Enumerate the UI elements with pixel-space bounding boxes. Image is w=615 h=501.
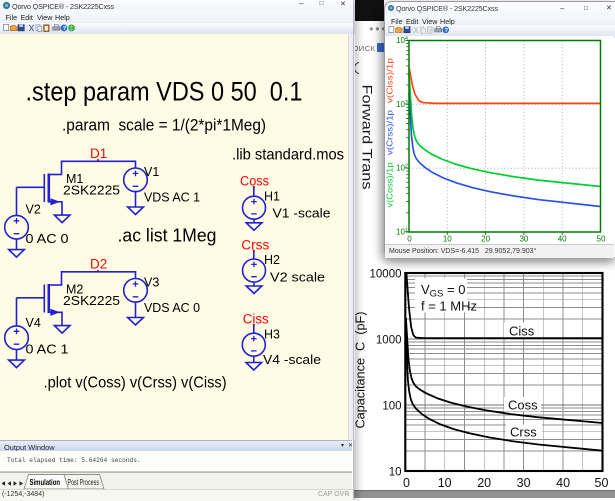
svg-text:v(Ciss)/1p: v(Ciss)/1p bbox=[385, 57, 395, 102]
svg-text:D2: D2 bbox=[90, 257, 107, 272]
svg-text:1000: 1000 bbox=[376, 335, 402, 347]
svg-text:Crss: Crss bbox=[241, 238, 269, 253]
svg-text:10: 10 bbox=[389, 467, 402, 479]
svg-text:Coss: Coss bbox=[508, 398, 538, 413]
svg-text:2SK2225: 2SK2225 bbox=[63, 184, 120, 198]
svg-text:Ciss: Ciss bbox=[243, 312, 269, 327]
svg-text:.step param VDS 0 50 0.1: .step param VDS 0 50 0.1 bbox=[26, 77, 303, 107]
svg-text:VDS AC 0: VDS AC 0 bbox=[144, 301, 200, 315]
svg-text:50: 50 bbox=[595, 476, 609, 490]
svg-text:40: 40 bbox=[556, 476, 570, 490]
svg-text:0 AC 1: 0 AC 1 bbox=[26, 343, 69, 357]
svg-text:101: 101 bbox=[396, 227, 408, 236]
svg-text:f = 1 MHz: f = 1 MHz bbox=[421, 299, 477, 314]
svg-text:V2 scale: V2 scale bbox=[270, 271, 325, 285]
svg-text:v(Coss)/1p: v(Coss)/1p bbox=[385, 162, 395, 207]
svg-text:H2: H2 bbox=[264, 253, 280, 267]
svg-text:VDS AC 1: VDS AC 1 bbox=[144, 191, 200, 205]
svg-text:?: ? bbox=[444, 28, 448, 34]
svg-text:0: 0 bbox=[407, 234, 412, 243]
svg-text:V2: V2 bbox=[26, 203, 41, 217]
svg-text:102: 102 bbox=[396, 163, 408, 172]
svg-text:10: 10 bbox=[438, 476, 452, 490]
svg-text:?: ? bbox=[63, 26, 67, 32]
svg-text:Forward Trans: Forward Trans bbox=[360, 85, 375, 190]
svg-text:V4: V4 bbox=[26, 316, 41, 330]
svg-text:10: 10 bbox=[443, 234, 452, 243]
svg-text:Post Process: Post Process bbox=[68, 478, 100, 487]
svg-text:103: 103 bbox=[396, 99, 408, 108]
svg-text:H1: H1 bbox=[264, 190, 280, 204]
svg-text:104: 104 bbox=[396, 36, 408, 45]
svg-text:20: 20 bbox=[481, 234, 490, 243]
svg-text:Crss: Crss bbox=[510, 425, 537, 440]
svg-text:V4 -scale: V4 -scale bbox=[263, 353, 321, 367]
svg-text:.plot v(Coss) v(Crss) v(Ciss): .plot v(Coss) v(Crss) v(Ciss) bbox=[44, 375, 227, 392]
svg-text:Capacitance C (pF): Capacitance C (pF) bbox=[354, 311, 368, 428]
svg-text:Ciss: Ciss bbox=[509, 324, 535, 339]
svg-text:V1 -scale: V1 -scale bbox=[273, 207, 331, 221]
svg-text:20: 20 bbox=[477, 476, 491, 490]
svg-text:100: 100 bbox=[382, 401, 401, 413]
svg-text:VGS = 0: VGS = 0 bbox=[421, 282, 465, 300]
svg-text:30: 30 bbox=[519, 234, 528, 243]
svg-text:.lib standard.mos: .lib standard.mos bbox=[232, 147, 344, 164]
svg-text:D1: D1 bbox=[90, 146, 107, 161]
svg-text:0 AC 0: 0 AC 0 bbox=[26, 232, 69, 246]
svg-text:.param scale = 1/(2*pi*1Meg): .param scale = 1/(2*pi*1Meg) bbox=[62, 116, 266, 135]
svg-text:H3: H3 bbox=[264, 328, 280, 342]
svg-text:v(Crss)/1p: v(Crss)/1p bbox=[385, 109, 395, 154]
svg-text:40: 40 bbox=[558, 234, 567, 243]
svg-text:Simulation: Simulation bbox=[30, 478, 61, 487]
svg-text:30: 30 bbox=[517, 476, 531, 490]
svg-text:10000: 10000 bbox=[370, 269, 402, 281]
svg-text:0: 0 bbox=[403, 476, 410, 490]
svg-text:50: 50 bbox=[597, 234, 606, 243]
svg-text:2SK2225: 2SK2225 bbox=[63, 294, 120, 308]
svg-text:.ac list 1Meg: .ac list 1Meg bbox=[118, 226, 217, 246]
